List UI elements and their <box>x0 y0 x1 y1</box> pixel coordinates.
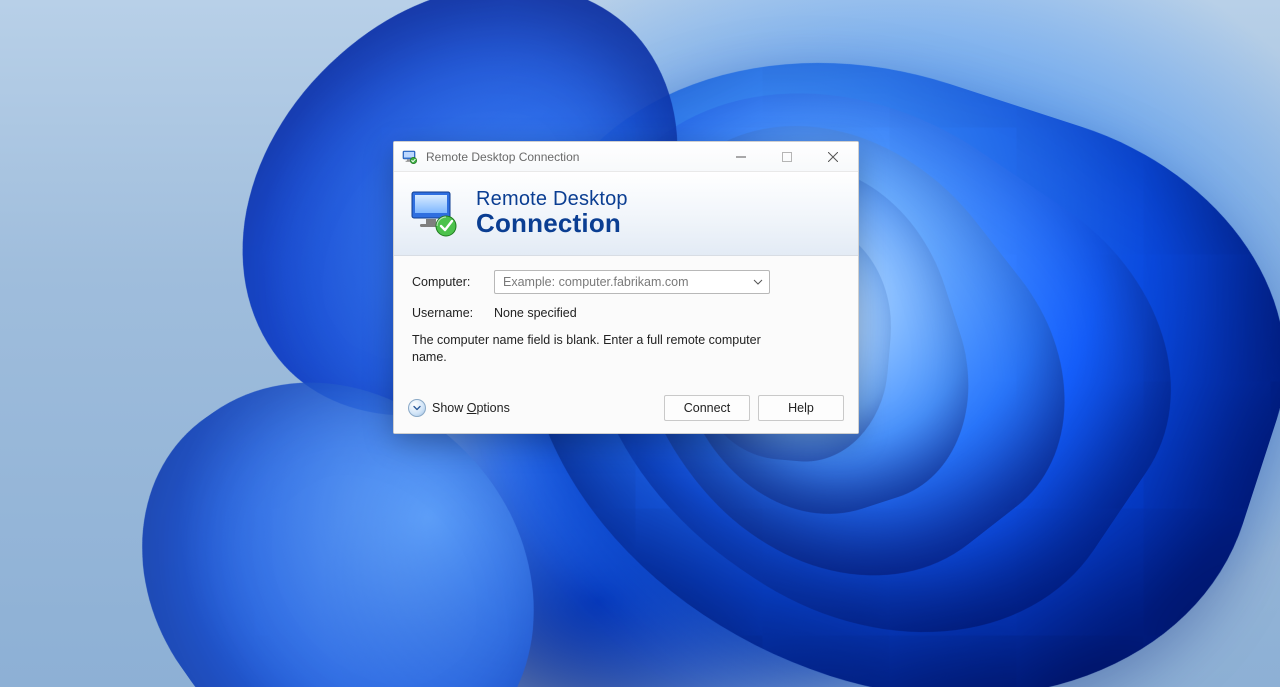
username-label: Username: <box>412 306 494 320</box>
close-button[interactable] <box>810 142 856 172</box>
banner-title: Remote Desktop Connection <box>476 189 628 237</box>
remote-desktop-connection-window: Remote Desktop Connection <box>393 141 859 434</box>
window-controls <box>718 142 856 171</box>
chevron-down-icon[interactable] <box>750 274 766 290</box>
computer-label: Computer: <box>412 275 494 289</box>
show-options-toggle[interactable]: Show Options <box>408 399 510 417</box>
show-options-label: Show Options <box>432 401 510 415</box>
hint-text: The computer name field is blank. Enter … <box>412 332 792 366</box>
banner-title-line2: Connection <box>476 210 628 237</box>
window-title: Remote Desktop Connection <box>426 150 718 164</box>
computer-combobox[interactable] <box>494 270 770 294</box>
dialog-footer: Show Options Connect Help <box>394 387 858 433</box>
maximize-button <box>764 142 810 172</box>
remote-desktop-banner-icon <box>408 188 460 240</box>
computer-input[interactable] <box>494 270 770 294</box>
minimize-button[interactable] <box>718 142 764 172</box>
expand-chevron-icon <box>408 399 426 417</box>
dialog-body: Computer: Username: None specified The c… <box>394 256 858 387</box>
connect-button[interactable]: Connect <box>664 395 750 421</box>
titlebar[interactable]: Remote Desktop Connection <box>394 142 858 172</box>
help-button[interactable]: Help <box>758 395 844 421</box>
banner: Remote Desktop Connection <box>394 172 858 256</box>
remote-desktop-app-icon <box>402 149 418 165</box>
username-value: None specified <box>494 306 577 320</box>
desktop-background: Remote Desktop Connection <box>0 0 1280 687</box>
banner-title-line1: Remote Desktop <box>476 189 628 210</box>
